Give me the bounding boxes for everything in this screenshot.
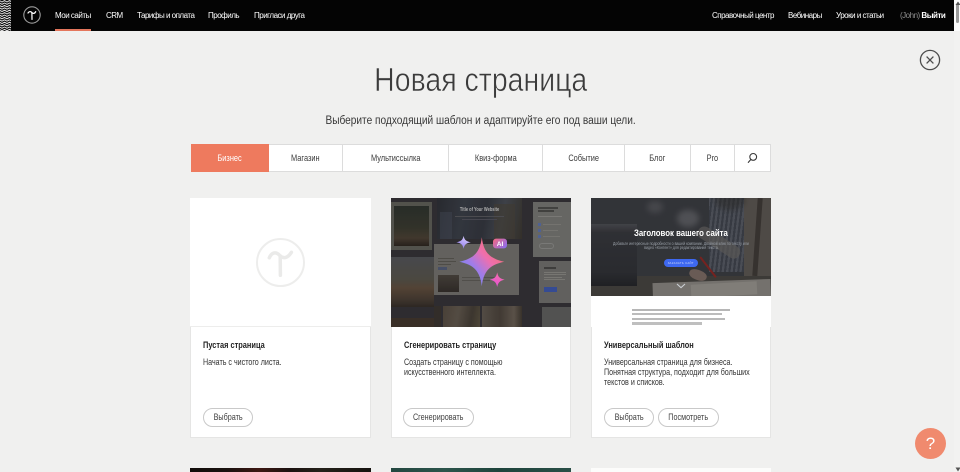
svg-text:AI: AI: [497, 241, 504, 248]
